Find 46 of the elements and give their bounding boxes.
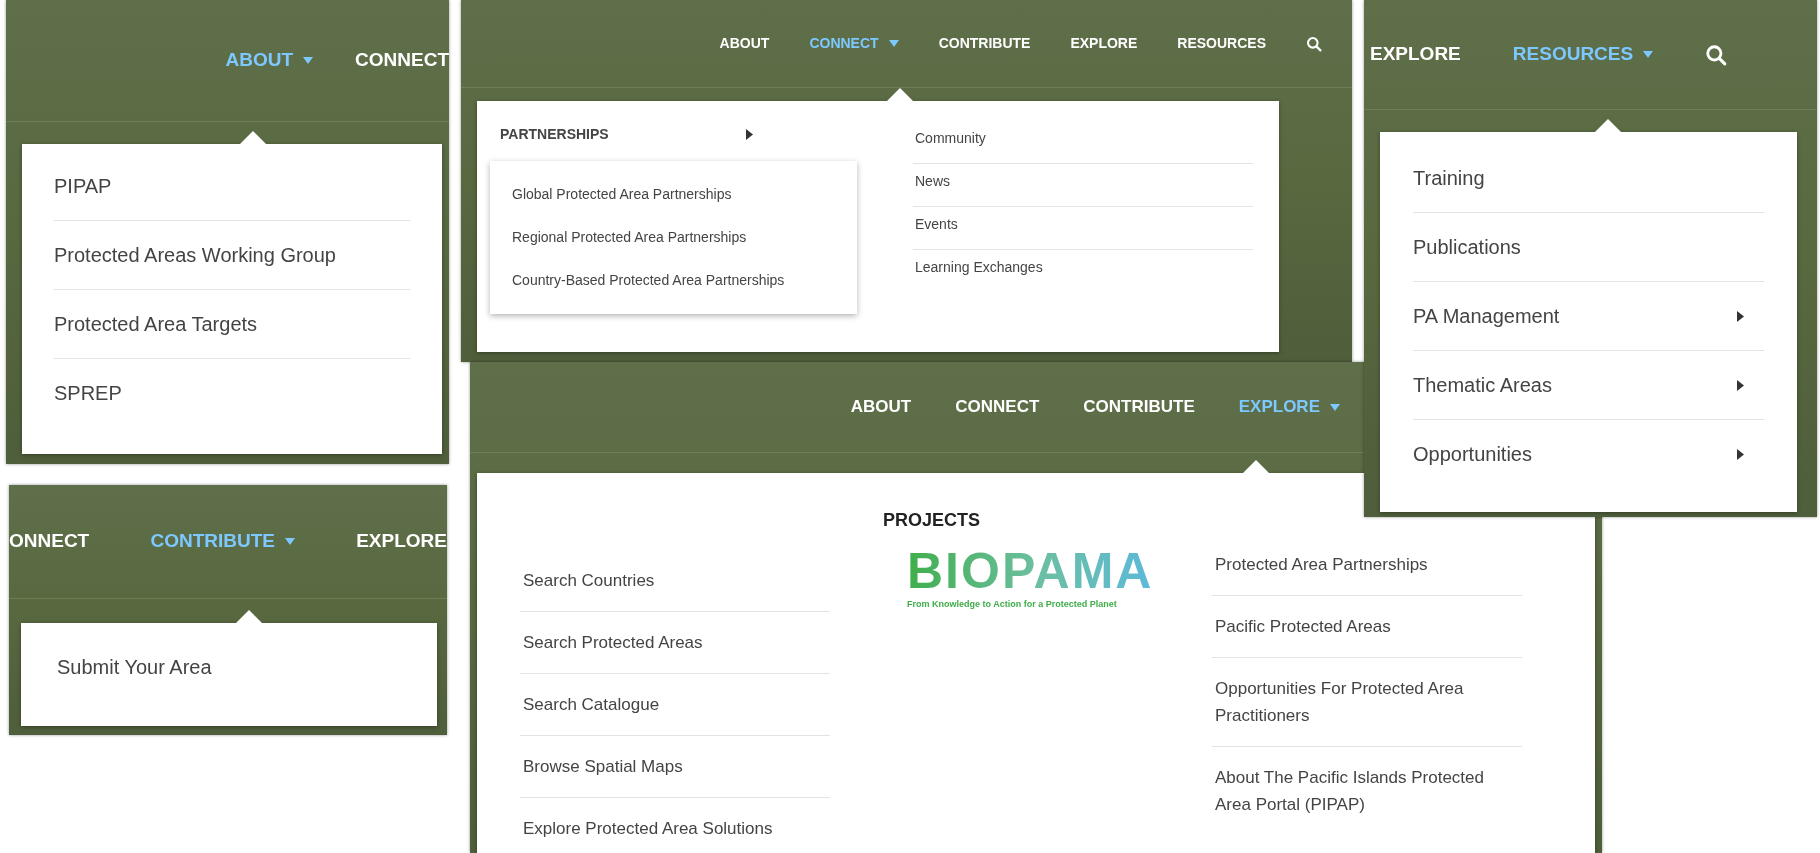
caret-icon bbox=[285, 538, 295, 545]
caret-icon bbox=[303, 57, 314, 64]
menu-item[interactable]: Search Catalogue bbox=[520, 674, 830, 736]
menu-item[interactable]: Training bbox=[1413, 144, 1764, 213]
section-heading: PROJECTS bbox=[883, 509, 982, 532]
nav-link[interactable]: EXPLORE bbox=[356, 527, 447, 556]
menu-item[interactable]: Opportunities For Protected Area Practitioners bbox=[1212, 658, 1522, 747]
menu-item[interactable]: News bbox=[913, 164, 1253, 207]
menu-item[interactable]: Learning Exchanges bbox=[913, 250, 1253, 293]
search-icon[interactable] bbox=[1705, 43, 1728, 66]
nav-link[interactable]: RESOURCES bbox=[1177, 33, 1266, 54]
nav-link[interactable]: CONNECT bbox=[955, 394, 1040, 420]
menu-item[interactable]: Search Countries bbox=[520, 550, 830, 612]
menu-item[interactable]: Protected Area Targets bbox=[54, 290, 410, 359]
menu-item[interactable]: Browse Spatial Maps bbox=[520, 736, 830, 798]
menu-item[interactable]: Opportunities bbox=[1413, 420, 1764, 488]
menu-item[interactable]: Publications bbox=[1413, 213, 1764, 282]
menu-heading[interactable]: PARTNERSHIPS bbox=[490, 121, 777, 147]
menu-item[interactable]: Submit Your Area bbox=[57, 623, 401, 711]
nav-link[interactable]: ABOUT bbox=[850, 394, 912, 420]
nav-link[interactable]: EXPLORE bbox=[1070, 33, 1138, 54]
search-icon[interactable] bbox=[1306, 35, 1322, 52]
caret-icon bbox=[1643, 51, 1654, 58]
caret-icon bbox=[1330, 403, 1340, 411]
menu-item[interactable]: Pacific Protected Areas bbox=[1212, 596, 1522, 658]
menu-item[interactable]: SPREP bbox=[54, 359, 410, 427]
menu-item[interactable]: Explore Protected Area Solutions bbox=[520, 798, 830, 853]
menu-item[interactable]: Community bbox=[913, 121, 1253, 164]
menu-item[interactable]: About The Pacific Islands Protected Area Portal (PIPAP) bbox=[1212, 747, 1522, 835]
menu-item[interactable]: Thematic Areas bbox=[1413, 351, 1764, 420]
submenu-item[interactable]: Country-Based Protected Area Partnerships bbox=[512, 259, 857, 302]
nav-link[interactable]: ABOUT bbox=[719, 33, 770, 54]
menu-item[interactable]: Events bbox=[913, 207, 1253, 250]
nav-link[interactable]: EXPLORE bbox=[1370, 40, 1461, 69]
menu-item[interactable]: Search Protected Areas bbox=[520, 612, 830, 674]
submenu-item[interactable]: Global Protected Area Partnerships bbox=[512, 173, 857, 216]
nav-link[interactable]: ONNECT bbox=[9, 527, 90, 556]
menu-item[interactable]: Protected Areas Working Group bbox=[54, 221, 410, 290]
nav-link[interactable]: CONTRIBUTE bbox=[1083, 394, 1195, 420]
nav-link[interactable]: CONTRIBUTE bbox=[938, 33, 1031, 54]
menu-item[interactable]: PIPAP bbox=[54, 152, 410, 221]
nav-link[interactable]: CONNECT bbox=[355, 46, 449, 75]
submenu-item[interactable]: Regional Protected Area Partnerships bbox=[512, 216, 857, 259]
menu-item[interactable]: Protected Area Partnerships bbox=[1212, 534, 1522, 596]
menu-item[interactable]: PA Management bbox=[1413, 282, 1764, 351]
caret-icon bbox=[888, 40, 899, 47]
